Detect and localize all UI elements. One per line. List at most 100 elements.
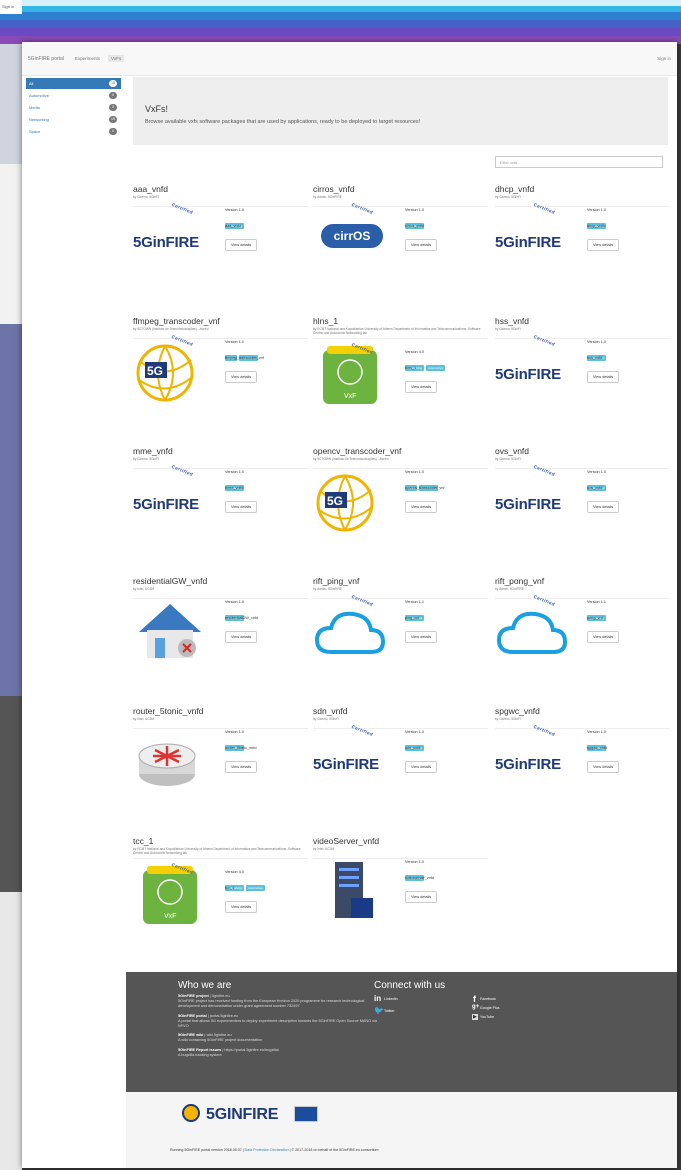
who-item-link[interactable]: wiki.5ginfire.eu <box>206 1033 231 1037</box>
who-item-title: 5GinFIRE project <box>178 994 209 998</box>
svg-text:VxF: VxF <box>164 913 176 920</box>
signin-link[interactable]: Sign in <box>657 56 671 61</box>
facebook-link[interactable]: Facebook <box>480 997 496 1001</box>
vxf-tags: Networking <box>587 346 619 361</box>
nav-experiments[interactable]: Experiments <box>75 56 100 61</box>
view-details-button[interactable]: View details <box>405 761 438 773</box>
house-logo <box>139 604 201 658</box>
vxf-name[interactable]: hss_vnfd <box>495 316 529 326</box>
5ginfire-logo: 5GinFIRE <box>133 496 199 513</box>
sidebar-item-label: Media <box>29 105 40 110</box>
vxf-name[interactable]: ffmpeg_transcoder_vnf <box>133 316 220 326</box>
sidebar-item-media[interactable]: Media 3 <box>26 102 121 113</box>
5ginfire-logo: 5GinFIRE <box>495 756 561 773</box>
vxf-info: Version 1.0 Networking cirros_vnfd View det… <box>405 208 438 251</box>
router-logo <box>138 743 196 786</box>
vxf-name[interactable]: dhcp_vnfd <box>495 184 534 194</box>
vxf-card: spgwc_vnfd by Cdemo, 5GinFI 5GinFIRE Certif… <box>495 706 670 834</box>
vxf-name[interactable]: rift_ping_vnf <box>313 576 359 586</box>
view-details-button[interactable]: View details <box>405 631 438 643</box>
vxf-info: Version 1.0 Networking mme_vnfd View detail… <box>225 470 258 513</box>
who-item-text: A wiki containing 5GinFIRE project docum… <box>178 1038 263 1043</box>
vxf-card: dhcp_vnfd by Cdemo, 5GinFI 5GinFIRE Certifi… <box>495 184 670 312</box>
linkedin-icon[interactable]: in <box>374 994 381 1003</box>
vxf-card: sdn_vnfd by Cdemo, 5GinFI 5GinFIRE Certifie… <box>313 706 488 834</box>
vxf-tags: Networking <box>405 866 437 881</box>
vxf-name[interactable]: mme_vnfd <box>133 446 173 456</box>
5g-logo-icon <box>182 1104 200 1122</box>
view-details-button[interactable]: View details <box>587 239 620 251</box>
youtube-link[interactable]: YouTube <box>480 1015 494 1019</box>
sidebar-item-label: Networking <box>29 117 50 122</box>
vxf-card: ffmpeg_transcoder_vnf by 5GTOWN (Institut… <box>133 316 308 444</box>
twitter-icon[interactable]: 🐦 <box>374 1006 384 1015</box>
linkedin-link[interactable]: LinkedIn <box>384 997 398 1001</box>
vxf-name[interactable]: sdn_vnfd <box>313 706 348 716</box>
vxf-name[interactable]: ovs_vnfd <box>495 446 529 456</box>
view-details-button[interactable]: View details <box>587 761 620 773</box>
view-details-button[interactable]: View details <box>587 501 620 513</box>
twitter-link[interactable]: Twitter <box>384 1009 395 1013</box>
divider <box>495 206 670 207</box>
view-details-button[interactable]: View details <box>405 891 438 903</box>
google-plus-link[interactable]: Google Plus <box>480 1006 500 1010</box>
who-item-title: 5GinFIRE Report issues <box>178 1047 222 1052</box>
server-logo <box>335 862 373 918</box>
view-details-button[interactable]: View details <box>587 371 620 383</box>
svg-text:5G: 5G <box>327 494 343 508</box>
view-details-button[interactable]: View details <box>225 501 258 513</box>
search-input[interactable]: Filter vxfs... <box>495 156 663 168</box>
5ginfire-logo: 5GinFIRE <box>495 366 561 383</box>
certified-stamp: Certified <box>532 463 556 478</box>
vxf-info: Version 4.0 Networking Automotive hlns_1 Vie… <box>405 350 447 393</box>
divider <box>313 468 488 469</box>
view-details-button[interactable]: View details <box>405 239 438 251</box>
5ginfire-logo-text: 5GINFIRE <box>206 1106 279 1123</box>
vxf-info: Version 1.0 Networking sdn_vnfd View detail… <box>405 730 438 773</box>
vxf-card: videoServer_vnfd by Intel, UC3M Version 1.… <box>313 836 488 964</box>
vxf-name[interactable]: rift_pong_vnf <box>495 576 544 586</box>
sidebar-item-all[interactable]: All 18 <box>26 78 121 89</box>
view-details-button[interactable]: View details <box>225 631 258 643</box>
view-details-button[interactable]: View details <box>587 631 620 643</box>
vxf-name[interactable]: spgwc_vnfd <box>495 706 540 716</box>
nav-vxfs[interactable]: VxFs <box>108 55 125 62</box>
brand-link[interactable]: 5GinFIRE portal <box>28 56 64 62</box>
cloud-logo <box>497 611 567 654</box>
vxf-name[interactable]: opencv_transcoder_vnf <box>313 446 401 456</box>
vxf-name[interactable]: aaa_vnfd <box>133 184 168 194</box>
who-item-link[interactable]: https://portal.5ginfire.eu/bugzilla/ <box>224 1048 279 1052</box>
vxf-name[interactable]: cirros_vnfd <box>313 184 355 194</box>
vxf-name[interactable]: tcc_1 <box>133 836 153 846</box>
view-details-button[interactable]: View details <box>405 501 438 513</box>
sidebar-item-automotive[interactable]: Automotive 0 <box>26 90 121 101</box>
divider <box>313 598 488 599</box>
view-details-button[interactable]: View details <box>225 761 258 773</box>
view-details-button[interactable]: View details <box>225 371 258 383</box>
vxf-name[interactable]: residentialGW_vnfd <box>133 576 207 586</box>
who-item-link[interactable]: portal.5ginfire.eu <box>210 1014 238 1018</box>
sidebar-item-space[interactable]: Space 0 <box>26 126 121 137</box>
vxf-name[interactable]: hlns_1 <box>313 316 338 326</box>
facebook-icon[interactable]: f <box>473 994 476 1004</box>
vxf-provider: by Cdemo, 5GinFI <box>133 195 159 199</box>
eu-flag-icon <box>294 1106 318 1122</box>
vxf-card: rift_pong_vnf by Admin, 5GinFIRE Certified… <box>495 576 670 704</box>
youtube-icon[interactable]: ▶ <box>472 1014 478 1020</box>
category-tag[interactable]: Automotive <box>426 365 446 371</box>
sidebar-item-networking[interactable]: Networking 15 <box>26 114 121 125</box>
who-item-link[interactable]: 5ginfire.eu <box>212 994 230 998</box>
view-details-button[interactable]: View details <box>225 239 258 251</box>
vxf-name[interactable]: router_5tonic_vnfd <box>133 706 203 716</box>
view-details-button[interactable]: View details <box>225 901 258 913</box>
category-tag[interactable]: Automotive <box>246 885 266 891</box>
data-protection-link[interactable]: Data Protection Declaration <box>245 1148 289 1152</box>
divider <box>495 338 670 339</box>
vxf-card: aaa_vnfd by Cdemo, 5GinFI 5GinFIRE Certifie… <box>133 184 308 312</box>
outer-signin[interactable]: Sign in <box>0 0 22 14</box>
vxf-name[interactable]: videoServer_vnfd <box>313 836 379 846</box>
view-details-button[interactable]: View details <box>405 381 438 393</box>
vxf-provider: by Intel, UC3M <box>313 847 335 851</box>
5g-globe-logo: 5G <box>316 474 374 532</box>
google-plus-icon[interactable]: g+ <box>472 1004 479 1010</box>
